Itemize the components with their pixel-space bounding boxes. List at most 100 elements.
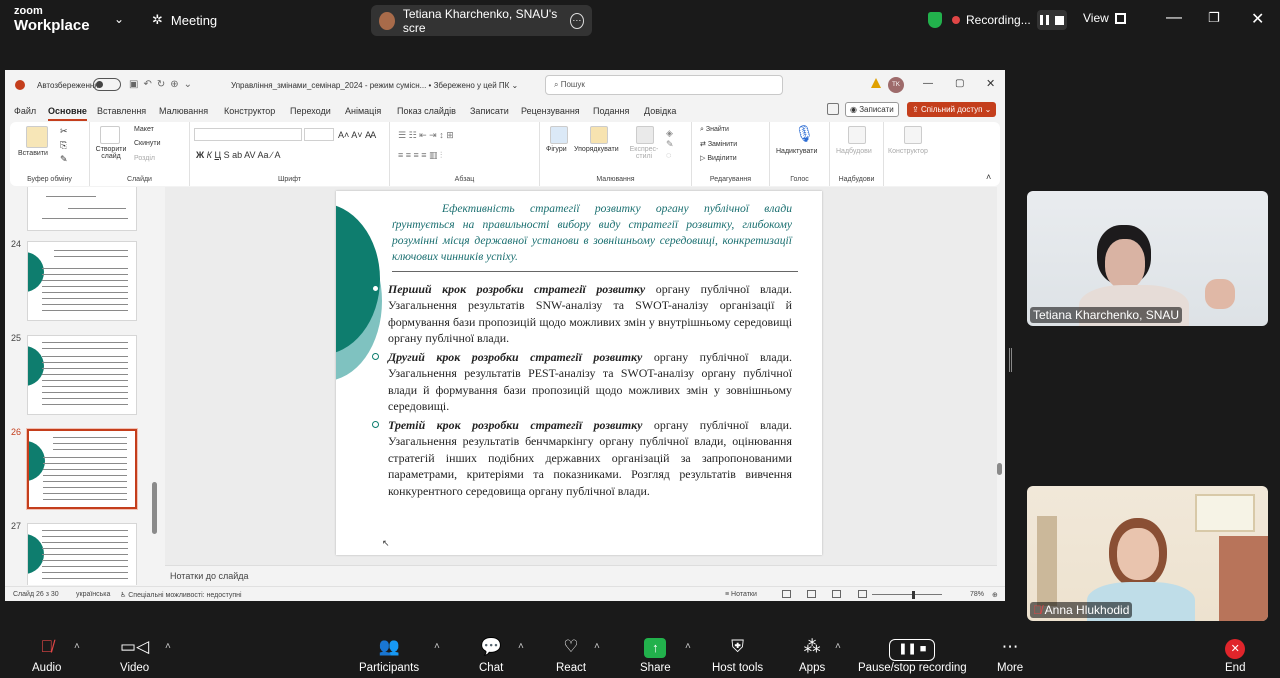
reset-button[interactable]: Скинути — [134, 140, 161, 147]
audio-button[interactable]: 🎙̸ Audio — [32, 636, 61, 674]
arrange-label[interactable]: Упорядкувати — [574, 146, 619, 153]
collapse-ribbon-icon[interactable]: ˄ — [986, 172, 991, 182]
pause-stop-recording-button[interactable]: ❚❚ ■ Pause/stop recording — [858, 636, 967, 674]
tab-transitions[interactable]: Переходи — [290, 106, 331, 116]
screen-share-indicator[interactable]: Tetiana Kharchenko, SNAU's scre ··· — [371, 5, 592, 36]
notes-pane[interactable]: Нотатки до слайда — [165, 565, 997, 585]
current-slide[interactable]: Ефективність стратегії розвитку органу п… — [336, 191, 822, 555]
video-tile-tetiana[interactable]: Tetiana Kharchenko, SNAU — [1027, 191, 1268, 326]
designer-label[interactable]: Конструктор — [888, 148, 928, 155]
apps-options-chevron[interactable]: ˄ — [835, 641, 841, 652]
slideshow-icon[interactable] — [858, 590, 867, 598]
tab-home[interactable]: Основне — [48, 106, 87, 121]
slide-sorter-icon[interactable] — [807, 590, 816, 598]
paste-label[interactable]: Вставити — [18, 150, 48, 157]
replace-button[interactable]: ⇄ Замінити — [700, 140, 737, 148]
tab-file[interactable]: Файл — [14, 106, 36, 116]
accessibility-indicator[interactable]: ♿ Спеціальні можливості: недоступні — [120, 591, 242, 599]
slide-scrollbar[interactable] — [996, 188, 1004, 558]
dictate-label[interactable]: Надиктувати — [776, 148, 817, 155]
new-slide-label[interactable]: Створити слайд — [94, 146, 128, 160]
tab-slideshow[interactable]: Показ слайдів — [397, 106, 456, 116]
shapes-label[interactable]: Фігури — [546, 146, 567, 153]
ppt-minimize-icon[interactable]: — — [923, 78, 933, 89]
tab-view[interactable]: Подання — [593, 106, 629, 116]
zoom-level[interactable]: 78% — [970, 591, 984, 598]
font-size-field[interactable] — [304, 128, 334, 141]
shapes-icon[interactable] — [550, 126, 568, 144]
comments-icon[interactable] — [827, 103, 839, 115]
slide-thumbnail-25[interactable] — [27, 335, 137, 415]
tab-animations[interactable]: Анімація — [345, 106, 381, 116]
arrange-icon[interactable] — [590, 126, 608, 144]
normal-view-icon[interactable] — [782, 590, 791, 598]
slide-counter[interactable]: Слайд 26 з 30 — [13, 591, 59, 598]
slide-thumbnail-24[interactable] — [27, 241, 137, 321]
language-indicator[interactable]: українська — [76, 591, 110, 598]
chat-button[interactable]: 💬 Chat — [479, 636, 503, 674]
find-button[interactable]: ⌕ Знайти — [700, 126, 729, 134]
reading-view-icon[interactable] — [832, 590, 841, 598]
pause-stop-recording-icon[interactable] — [1036, 10, 1067, 30]
react-button[interactable]: ♡ React — [556, 636, 586, 674]
end-meeting-button[interactable]: ✕ End — [1225, 636, 1245, 674]
paste-icon[interactable] — [26, 126, 48, 148]
participants-button[interactable]: 👥 Participants — [359, 636, 419, 674]
cut-icon[interactable]: ✂ — [60, 126, 68, 137]
quick-access-icons[interactable]: ▣↶↻⊕⌄ — [129, 79, 197, 90]
ppt-restore-icon[interactable]: ▢ — [955, 78, 964, 89]
more-options-icon[interactable]: ··· — [569, 12, 584, 29]
user-avatar[interactable]: TK — [888, 77, 904, 93]
font-style-icons[interactable]: Ж К Ц S ab AV Aa ∕ A — [196, 150, 281, 160]
restore-icon[interactable]: ❐ — [1208, 10, 1220, 26]
warning-icon[interactable] — [871, 78, 881, 88]
search-box[interactable]: ⌕ Пошук — [545, 75, 783, 95]
layout-button[interactable]: Макет — [134, 126, 154, 133]
addins-label[interactable]: Надбудови — [836, 148, 872, 155]
fill-outline-icons[interactable]: ◈ ✎ ◌ — [666, 128, 674, 160]
quick-styles-icon[interactable] — [636, 126, 654, 144]
addins-icon[interactable] — [848, 126, 866, 144]
audio-options-chevron[interactable]: ˄ — [74, 641, 80, 652]
video-button[interactable]: ▭◁ Video — [120, 636, 149, 674]
apps-button[interactable]: ⁂ Apps — [799, 636, 825, 674]
thumbnails-scrollbar[interactable] — [152, 188, 158, 588]
record-button[interactable]: ◉ Записати — [845, 102, 899, 117]
chevron-down-icon[interactable]: ⌄ — [114, 12, 124, 26]
react-options-chevron[interactable]: ˄ — [594, 641, 600, 652]
microphone-icon[interactable]: 🎙 — [794, 124, 814, 144]
autosave-toggle[interactable] — [93, 78, 121, 91]
align-icons[interactable]: ≡ ≡ ≡ ≡ ▥ ⫶ — [398, 150, 442, 161]
close-icon[interactable]: ✕ — [1251, 9, 1264, 29]
split-resize-handle[interactable] — [1009, 348, 1012, 372]
tab-design[interactable]: Конструктор — [224, 106, 275, 116]
video-tile-anna[interactable]: 🎙̸ Anna Hlukhodid — [1027, 486, 1268, 621]
tab-review[interactable]: Рецензування — [521, 106, 580, 116]
slide-thumbnail-23[interactable] — [27, 187, 137, 231]
designer-icon[interactable] — [904, 126, 922, 144]
video-options-chevron[interactable]: ˄ — [165, 641, 171, 652]
meeting-info-button[interactable]: ✲ Meeting — [152, 12, 217, 28]
share-options-chevron[interactable]: ˄ — [685, 641, 691, 652]
quick-styles-label[interactable]: Експрес-стилі — [628, 146, 660, 160]
tab-record[interactable]: Записати — [470, 106, 509, 116]
copy-icon[interactable]: ⎘ — [60, 140, 67, 151]
font-grow-icon[interactable]: A˄ A˅ Ꜳ — [338, 130, 376, 141]
chat-options-chevron[interactable]: ˄ — [518, 641, 524, 652]
select-button[interactable]: ▷ Виділити — [700, 154, 737, 162]
view-button[interactable]: View — [1083, 11, 1126, 25]
slide-thumbnail-27[interactable] — [27, 523, 137, 585]
zoom-slider-handle[interactable] — [912, 591, 915, 599]
ppt-close-icon[interactable]: ✕ — [986, 77, 995, 90]
new-slide-icon[interactable] — [100, 126, 120, 144]
minimize-icon[interactable]: — — [1166, 9, 1182, 27]
participants-options-chevron[interactable]: ˄ — [434, 641, 440, 652]
more-button[interactable]: ⋯ More — [997, 636, 1023, 674]
tab-draw[interactable]: Малювання — [159, 106, 208, 116]
list-icons[interactable]: ☰ ☷ ⇤ ⇥ ↕ ⊞ — [398, 130, 454, 141]
section-button[interactable]: Розділ — [134, 155, 155, 162]
zoom-logo[interactable]: zoom Workplace — [14, 6, 90, 34]
slide-thumbnail-26[interactable] — [26, 428, 138, 510]
notes-toggle[interactable]: ≡ Нотатки — [725, 591, 757, 598]
share-screen-button[interactable]: ↑ Share — [640, 636, 671, 674]
